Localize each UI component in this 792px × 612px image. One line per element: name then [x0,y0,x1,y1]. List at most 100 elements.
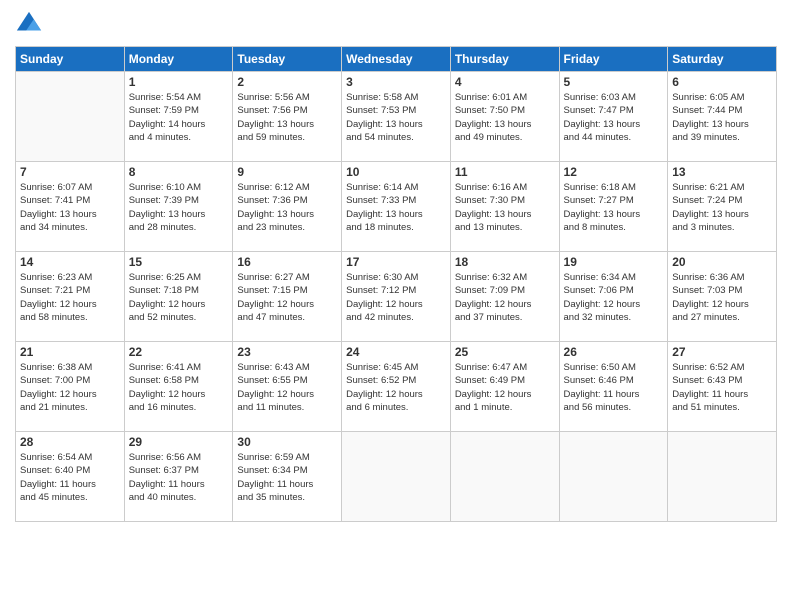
day-number: 3 [346,75,446,89]
calendar-cell: 3 Sunrise: 5:58 AM Sunset: 7:53 PM Daylig… [342,72,451,162]
day-number: 12 [564,165,664,179]
day-number: 16 [237,255,337,269]
day-info: Sunrise: 6:18 AM Sunset: 7:27 PM Dayligh… [564,181,664,234]
day-info: Sunrise: 6:14 AM Sunset: 7:33 PM Dayligh… [346,181,446,234]
day-info: Sunrise: 6:32 AM Sunset: 7:09 PM Dayligh… [455,271,555,324]
day-number: 7 [20,165,120,179]
header [15,10,777,38]
calendar-cell: 30 Sunrise: 6:59 AM Sunset: 6:34 PM Dayli… [233,432,342,522]
day-info: Sunrise: 6:36 AM Sunset: 7:03 PM Dayligh… [672,271,772,324]
calendar-cell: 29 Sunrise: 6:56 AM Sunset: 6:37 PM Dayli… [124,432,233,522]
day-number: 24 [346,345,446,359]
day-info: Sunrise: 6:45 AM Sunset: 6:52 PM Dayligh… [346,361,446,414]
calendar-cell: 12 Sunrise: 6:18 AM Sunset: 7:27 PM Dayli… [559,162,668,252]
day-info: Sunrise: 6:05 AM Sunset: 7:44 PM Dayligh… [672,91,772,144]
logo [15,10,45,38]
day-number: 30 [237,435,337,449]
calendar-cell: 6Sunrise: 6:05 AM Sunset: 7:44 PM Daylig… [668,72,777,162]
weekday-header-thursday: Thursday [450,47,559,72]
page: SundayMondayTuesdayWednesdayThursdayFrid… [0,0,792,612]
day-info: Sunrise: 6:10 AM Sunset: 7:39 PM Dayligh… [129,181,229,234]
day-number: 25 [455,345,555,359]
day-info: Sunrise: 6:25 AM Sunset: 7:18 PM Dayligh… [129,271,229,324]
calendar-cell: 25 Sunrise: 6:47 AM Sunset: 6:49 PM Dayli… [450,342,559,432]
day-number: 15 [129,255,229,269]
calendar-cell: 1Sunrise: 5:54 AM Sunset: 7:59 PM Daylig… [124,72,233,162]
day-info: Sunrise: 6:21 AM Sunset: 7:24 PM Dayligh… [672,181,772,234]
day-info: Sunrise: 6:01 AM Sunset: 7:50 PM Dayligh… [455,91,555,144]
calendar-cell: 27 Sunrise: 6:52 AM Sunset: 6:43 PM Dayli… [668,342,777,432]
calendar-cell: 26 Sunrise: 6:50 AM Sunset: 6:46 PM Dayli… [559,342,668,432]
day-info: Sunrise: 5:56 AM Sunset: 7:56 PM Dayligh… [237,91,337,144]
day-number: 29 [129,435,229,449]
day-number: 20 [672,255,772,269]
day-number: 9 [237,165,337,179]
weekday-header-tuesday: Tuesday [233,47,342,72]
day-info: Sunrise: 6:27 AM Sunset: 7:15 PM Dayligh… [237,271,337,324]
calendar-cell: 28Sunrise: 6:54 AM Sunset: 6:40 PM Dayli… [16,432,125,522]
calendar: SundayMondayTuesdayWednesdayThursdayFrid… [15,46,777,522]
day-number: 11 [455,165,555,179]
day-number: 28 [20,435,120,449]
day-info: Sunrise: 6:47 AM Sunset: 6:49 PM Dayligh… [455,361,555,414]
calendar-cell: 23 Sunrise: 6:43 AM Sunset: 6:55 PM Dayli… [233,342,342,432]
day-info: Sunrise: 6:52 AM Sunset: 6:43 PM Dayligh… [672,361,772,414]
day-number: 27 [672,345,772,359]
day-number: 2 [237,75,337,89]
weekday-header-row: SundayMondayTuesdayWednesdayThursdayFrid… [16,47,777,72]
day-info: Sunrise: 6:30 AM Sunset: 7:12 PM Dayligh… [346,271,446,324]
calendar-cell: 21Sunrise: 6:38 AM Sunset: 7:00 PM Dayli… [16,342,125,432]
calendar-cell: 16 Sunrise: 6:27 AM Sunset: 7:15 PM Dayli… [233,252,342,342]
day-info: Sunrise: 6:50 AM Sunset: 6:46 PM Dayligh… [564,361,664,414]
day-info: Sunrise: 6:34 AM Sunset: 7:06 PM Dayligh… [564,271,664,324]
logo-icon [15,10,43,38]
calendar-cell: 15 Sunrise: 6:25 AM Sunset: 7:18 PM Dayli… [124,252,233,342]
calendar-cell [559,432,668,522]
calendar-cell: 17 Sunrise: 6:30 AM Sunset: 7:12 PM Dayli… [342,252,451,342]
calendar-cell: 10 Sunrise: 6:14 AM Sunset: 7:33 PM Dayli… [342,162,451,252]
day-info: Sunrise: 6:12 AM Sunset: 7:36 PM Dayligh… [237,181,337,234]
weekday-header-wednesday: Wednesday [342,47,451,72]
calendar-cell: 24 Sunrise: 6:45 AM Sunset: 6:52 PM Dayli… [342,342,451,432]
calendar-cell: 20 Sunrise: 6:36 AM Sunset: 7:03 PM Dayli… [668,252,777,342]
day-info: Sunrise: 5:58 AM Sunset: 7:53 PM Dayligh… [346,91,446,144]
calendar-cell [342,432,451,522]
day-number: 19 [564,255,664,269]
day-number: 26 [564,345,664,359]
week-row-0: 1Sunrise: 5:54 AM Sunset: 7:59 PM Daylig… [16,72,777,162]
day-number: 14 [20,255,120,269]
calendar-cell: 22Sunrise: 6:41 AM Sunset: 6:58 PM Dayli… [124,342,233,432]
weekday-header-sunday: Sunday [16,47,125,72]
calendar-cell [16,72,125,162]
calendar-cell: 2 Sunrise: 5:56 AM Sunset: 7:56 PM Daylig… [233,72,342,162]
calendar-cell: 13 Sunrise: 6:21 AM Sunset: 7:24 PM Dayli… [668,162,777,252]
week-row-2: 14Sunrise: 6:23 AM Sunset: 7:21 PM Dayli… [16,252,777,342]
day-info: Sunrise: 6:41 AM Sunset: 6:58 PM Dayligh… [129,361,229,414]
day-number: 23 [237,345,337,359]
day-info: Sunrise: 6:43 AM Sunset: 6:55 PM Dayligh… [237,361,337,414]
day-number: 10 [346,165,446,179]
day-number: 5 [564,75,664,89]
calendar-cell: 11 Sunrise: 6:16 AM Sunset: 7:30 PM Dayli… [450,162,559,252]
day-number: 21 [20,345,120,359]
week-row-3: 21Sunrise: 6:38 AM Sunset: 7:00 PM Dayli… [16,342,777,432]
calendar-cell: 4Sunrise: 6:01 AM Sunset: 7:50 PM Daylig… [450,72,559,162]
day-info: Sunrise: 6:56 AM Sunset: 6:37 PM Dayligh… [129,451,229,504]
calendar-cell: 9 Sunrise: 6:12 AM Sunset: 7:36 PM Daylig… [233,162,342,252]
calendar-cell: 7Sunrise: 6:07 AM Sunset: 7:41 PM Daylig… [16,162,125,252]
week-row-1: 7Sunrise: 6:07 AM Sunset: 7:41 PM Daylig… [16,162,777,252]
calendar-cell: 18 Sunrise: 6:32 AM Sunset: 7:09 PM Dayli… [450,252,559,342]
weekday-header-monday: Monday [124,47,233,72]
day-number: 17 [346,255,446,269]
calendar-cell: 19 Sunrise: 6:34 AM Sunset: 7:06 PM Dayli… [559,252,668,342]
day-info: Sunrise: 6:16 AM Sunset: 7:30 PM Dayligh… [455,181,555,234]
calendar-cell [668,432,777,522]
weekday-header-friday: Friday [559,47,668,72]
day-info: Sunrise: 6:59 AM Sunset: 6:34 PM Dayligh… [237,451,337,504]
day-number: 18 [455,255,555,269]
calendar-cell [450,432,559,522]
calendar-cell: 14Sunrise: 6:23 AM Sunset: 7:21 PM Dayli… [16,252,125,342]
day-number: 13 [672,165,772,179]
calendar-cell: 8Sunrise: 6:10 AM Sunset: 7:39 PM Daylig… [124,162,233,252]
day-info: Sunrise: 6:03 AM Sunset: 7:47 PM Dayligh… [564,91,664,144]
